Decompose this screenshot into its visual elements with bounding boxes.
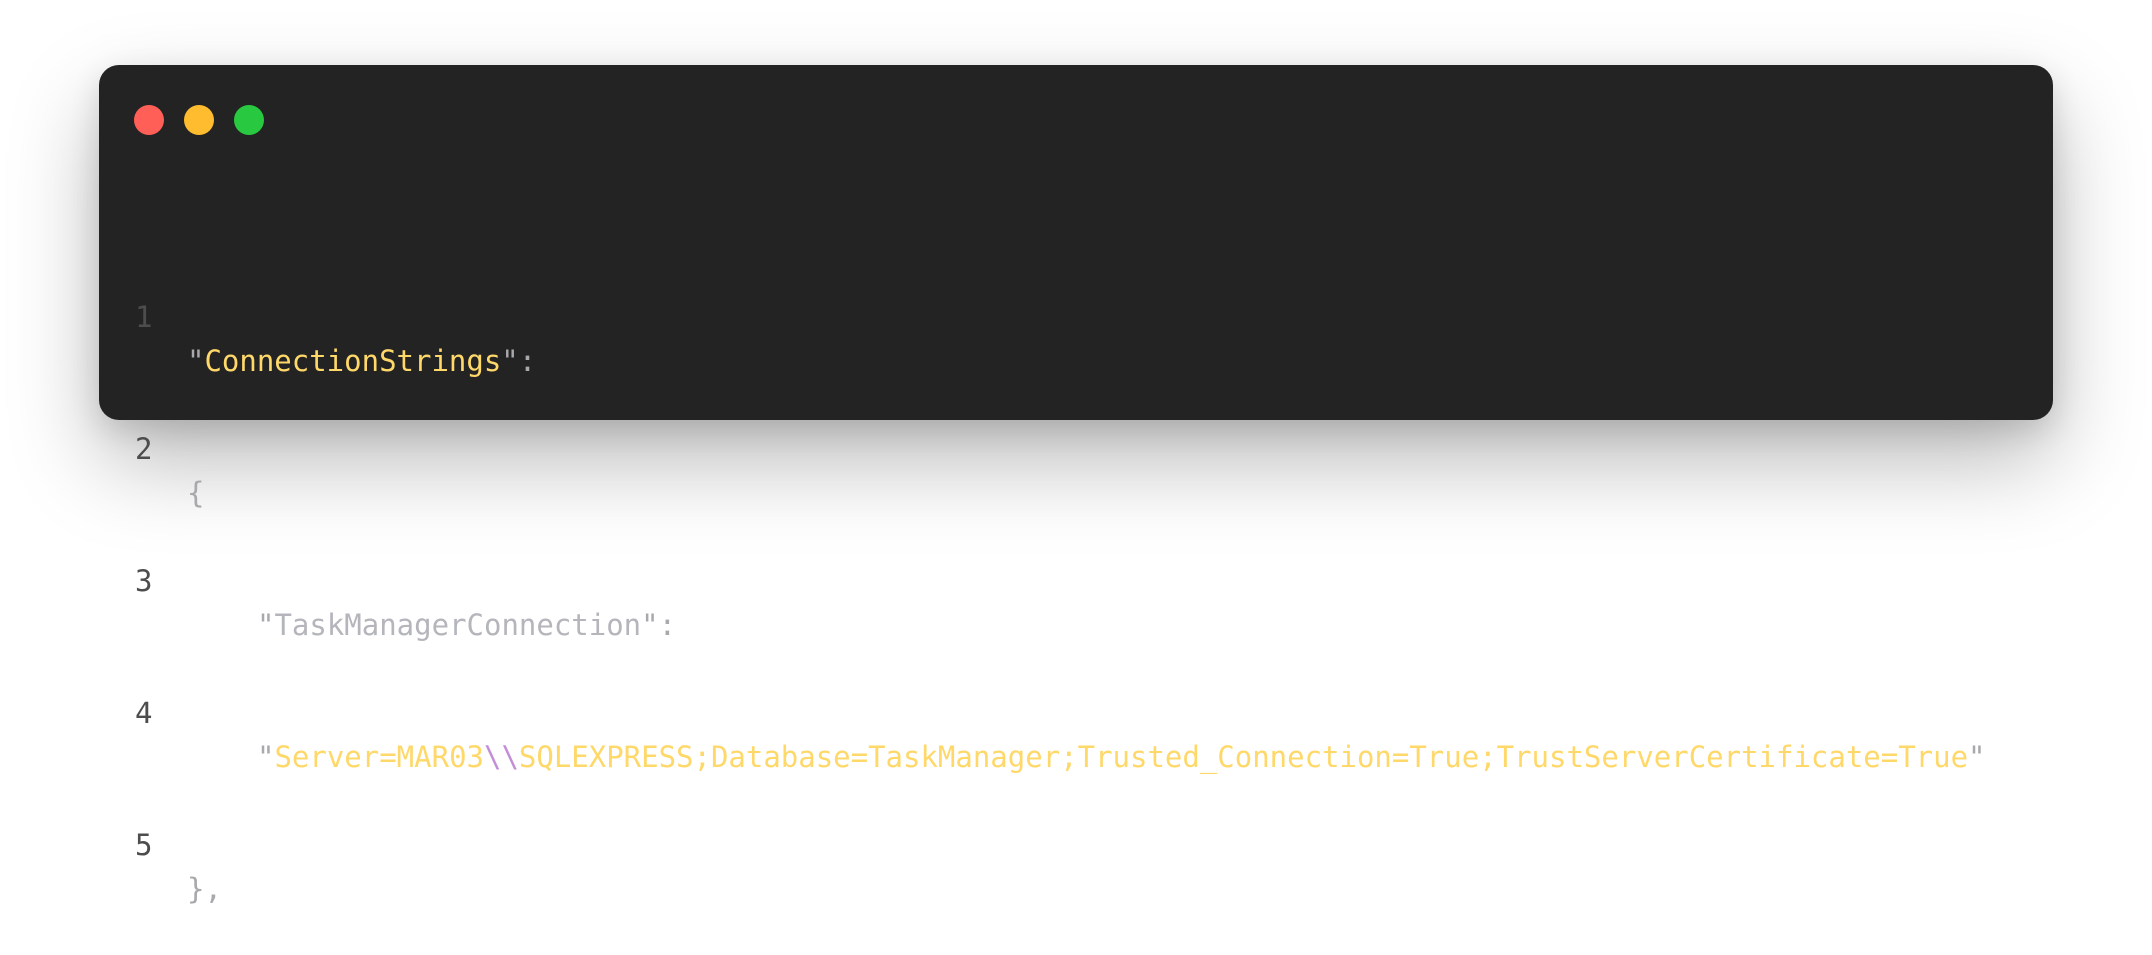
connection-string-part: SQLEXPRESS;Database=TaskManager;Trusted_… xyxy=(518,740,1969,774)
close-button[interactable] xyxy=(134,105,164,135)
quote: " xyxy=(257,740,275,774)
line-content: "Server=MAR03\\SQLEXPRESS;Database=TaskM… xyxy=(187,735,1986,779)
minimize-button[interactable] xyxy=(184,105,214,135)
colon: : xyxy=(658,608,677,642)
json-key: TaskManagerConnection xyxy=(274,608,642,642)
quote: " xyxy=(641,608,659,642)
line-number: 2 xyxy=(135,432,153,466)
quote: " xyxy=(501,344,519,378)
open-brace: { xyxy=(187,476,205,510)
quote: " xyxy=(257,608,275,642)
code-window: 1 "ConnectionStrings": 2 { 3 "TaskManage… xyxy=(99,65,2053,906)
line-number: 5 xyxy=(135,828,153,862)
connection-string-part: Server=MAR03 xyxy=(274,740,484,774)
line-number: 1 xyxy=(135,300,153,334)
line-content: "ConnectionStrings": xyxy=(187,339,536,383)
line-content: "TaskManagerConnection": xyxy=(187,603,676,647)
line-number: 4 xyxy=(135,696,153,730)
quote: " xyxy=(187,344,205,378)
code-line-3: 3 "TaskManagerConnection": xyxy=(99,515,676,642)
code-line-1: 1 "ConnectionStrings": xyxy=(99,251,536,378)
quote: " xyxy=(1968,740,1986,774)
code-line-4: 4 "Server=MAR03\\SQLEXPRESS;Database=Tas… xyxy=(99,647,1986,774)
code-line-5: 5 }, xyxy=(99,779,222,906)
json-key: ConnectionStrings xyxy=(204,344,502,378)
close-brace: }, xyxy=(187,872,222,906)
maximize-button[interactable] xyxy=(234,105,264,135)
code-block: 1 "ConnectionStrings": 2 { 3 "TaskManage… xyxy=(99,163,1986,911)
line-number: 3 xyxy=(135,564,153,598)
code-line-2: 2 { xyxy=(99,383,204,510)
colon: : xyxy=(518,344,537,378)
escape-sequence: \\ xyxy=(483,740,519,774)
